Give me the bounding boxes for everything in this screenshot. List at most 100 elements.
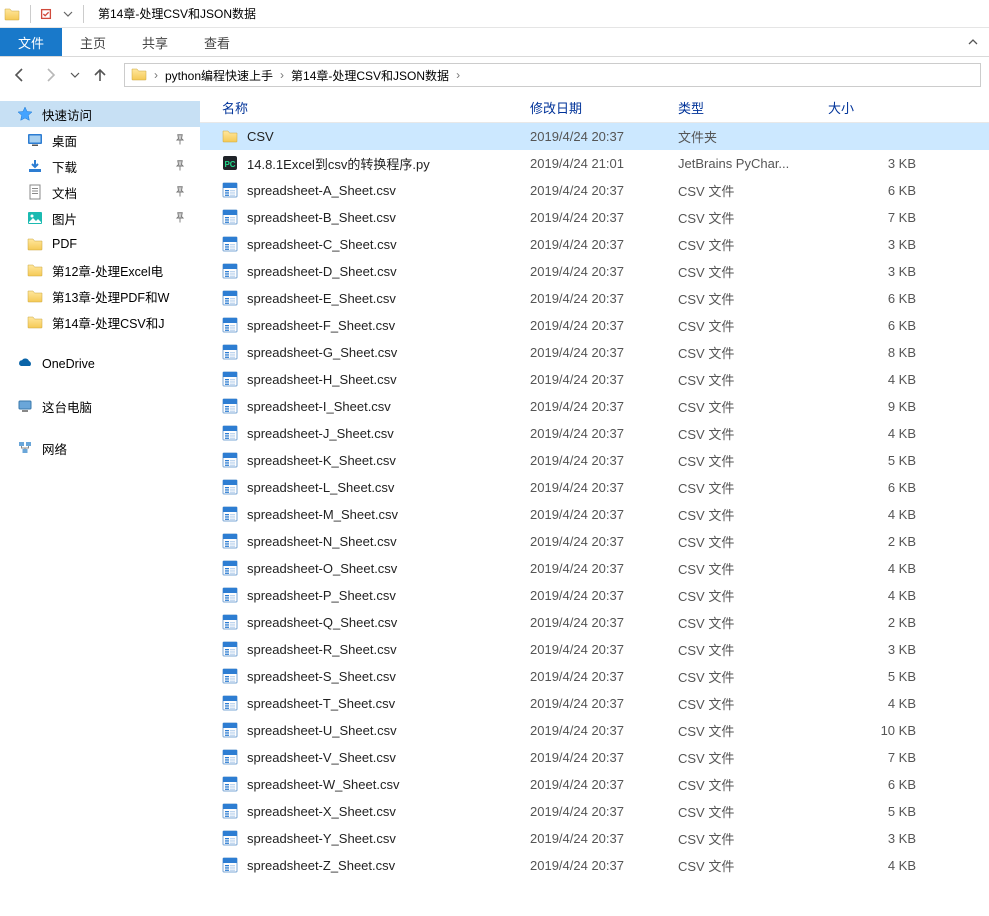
file-row[interactable]: spreadsheet-Y_Sheet.csv2019/4/24 20:37CS… [200, 825, 989, 852]
file-date: 2019/4/24 20:37 [530, 858, 678, 873]
file-size: 2 KB [828, 615, 928, 630]
file-row[interactable]: CSV2019/4/24 20:37文件夹 [200, 123, 989, 150]
column-header-name[interactable]: 名称 [200, 98, 530, 117]
window-title: 第14章-处理CSV和JSON数据 [98, 5, 256, 22]
qat-properties-button[interactable] [35, 3, 57, 25]
file-date: 2019/4/24 20:37 [530, 237, 678, 252]
file-row[interactable]: spreadsheet-M_Sheet.csv2019/4/24 20:37CS… [200, 501, 989, 528]
file-size: 6 KB [828, 318, 928, 333]
file-row[interactable]: spreadsheet-W_Sheet.csv2019/4/24 20:37CS… [200, 771, 989, 798]
nav-recent-item[interactable]: 第12章-处理Excel电 [0, 257, 200, 283]
file-name: spreadsheet-G_Sheet.csv [247, 345, 397, 360]
file-row[interactable]: spreadsheet-I_Sheet.csv2019/4/24 20:37CS… [200, 393, 989, 420]
file-list[interactable]: CSV2019/4/24 20:37文件夹14.8.1Excel到csv的转换程… [200, 123, 989, 916]
file-row[interactable]: spreadsheet-E_Sheet.csv2019/4/24 20:37CS… [200, 285, 989, 312]
file-row[interactable]: spreadsheet-T_Sheet.csv2019/4/24 20:37CS… [200, 690, 989, 717]
ribbon-tab[interactable]: 共享 [124, 28, 186, 56]
star-icon [16, 105, 34, 123]
nav-onedrive[interactable]: OneDrive [0, 351, 200, 377]
file-size: 8 KB [828, 345, 928, 360]
file-type: CSV 文件 [678, 343, 828, 362]
nav-item-label: 文档 [52, 183, 77, 202]
csv-icon [222, 371, 239, 388]
nav-onedrive-label: OneDrive [42, 357, 95, 371]
file-size: 3 KB [828, 831, 928, 846]
column-header-type[interactable]: 类型 [678, 98, 828, 117]
nav-pinned-item[interactable]: 图片 [0, 205, 200, 231]
file-size: 5 KB [828, 669, 928, 684]
file-size: 3 KB [828, 237, 928, 252]
file-row[interactable]: spreadsheet-V_Sheet.csv2019/4/24 20:37CS… [200, 744, 989, 771]
address-bar[interactable]: › python编程快速上手›第14章-处理CSV和JSON数据› [124, 63, 981, 87]
file-row[interactable]: spreadsheet-L_Sheet.csv2019/4/24 20:37CS… [200, 474, 989, 501]
file-name: spreadsheet-R_Sheet.csv [247, 642, 397, 657]
column-header-size[interactable]: 大小 [828, 98, 928, 117]
file-row[interactable]: spreadsheet-J_Sheet.csv2019/4/24 20:37CS… [200, 420, 989, 447]
nav-network[interactable]: 网络 [0, 435, 200, 461]
csv-icon [222, 506, 239, 523]
file-row[interactable]: spreadsheet-G_Sheet.csv2019/4/24 20:37CS… [200, 339, 989, 366]
file-row[interactable]: spreadsheet-S_Sheet.csv2019/4/24 20:37CS… [200, 663, 989, 690]
nav-recent-item[interactable]: 第13章-处理PDF和W [0, 283, 200, 309]
qat-dropdown-button[interactable] [57, 3, 79, 25]
nav-quick-access[interactable]: 快速访问 [0, 101, 200, 127]
file-date: 2019/4/24 20:37 [530, 129, 678, 144]
file-row[interactable]: spreadsheet-H_Sheet.csv2019/4/24 20:37CS… [200, 366, 989, 393]
file-row[interactable]: spreadsheet-A_Sheet.csv2019/4/24 20:37CS… [200, 177, 989, 204]
nav-this-pc[interactable]: 这台电脑 [0, 393, 200, 419]
nav-history-button[interactable] [66, 61, 84, 89]
file-row[interactable]: spreadsheet-P_Sheet.csv2019/4/24 20:37CS… [200, 582, 989, 609]
ribbon-expand-button[interactable] [957, 28, 989, 56]
file-date: 2019/4/24 20:37 [530, 399, 678, 414]
nav-pinned-item[interactable]: 文档 [0, 179, 200, 205]
file-type: CSV 文件 [678, 667, 828, 686]
file-type: CSV 文件 [678, 532, 828, 551]
file-type: CSV 文件 [678, 289, 828, 308]
nav-pinned-item[interactable]: 桌面 [0, 127, 200, 153]
nav-network-label: 网络 [42, 439, 67, 458]
file-row[interactable]: spreadsheet-R_Sheet.csv2019/4/24 20:37CS… [200, 636, 989, 663]
file-row[interactable]: spreadsheet-D_Sheet.csv2019/4/24 20:37CS… [200, 258, 989, 285]
csv-icon [222, 722, 239, 739]
ribbon-tab[interactable]: 主页 [62, 28, 124, 56]
nav-recent-item[interactable]: PDF [0, 231, 200, 257]
file-row[interactable]: spreadsheet-K_Sheet.csv2019/4/24 20:37CS… [200, 447, 989, 474]
file-row[interactable]: spreadsheet-X_Sheet.csv2019/4/24 20:37CS… [200, 798, 989, 825]
file-name: spreadsheet-B_Sheet.csv [247, 210, 396, 225]
file-row[interactable]: spreadsheet-Z_Sheet.csv2019/4/24 20:37CS… [200, 852, 989, 879]
file-name: spreadsheet-C_Sheet.csv [247, 237, 397, 252]
file-date: 2019/4/24 20:37 [530, 372, 678, 387]
csv-icon [222, 209, 239, 226]
file-row[interactable]: spreadsheet-U_Sheet.csv2019/4/24 20:37CS… [200, 717, 989, 744]
file-row[interactable]: spreadsheet-B_Sheet.csv2019/4/24 20:37CS… [200, 204, 989, 231]
csv-icon [222, 263, 239, 280]
downloads-icon [26, 157, 44, 175]
ribbon-tab-file[interactable]: 文件 [0, 28, 62, 56]
nav-pinned-item[interactable]: 下载 [0, 153, 200, 179]
ribbon-tab[interactable]: 查看 [186, 28, 248, 56]
file-row[interactable]: spreadsheet-O_Sheet.csv2019/4/24 20:37CS… [200, 555, 989, 582]
nav-recent-item[interactable]: 第14章-处理CSV和J [0, 309, 200, 335]
nav-forward-button[interactable] [36, 61, 64, 89]
file-row[interactable]: spreadsheet-Q_Sheet.csv2019/4/24 20:37CS… [200, 609, 989, 636]
nav-back-button[interactable] [6, 61, 34, 89]
file-size: 9 KB [828, 399, 928, 414]
file-row[interactable]: spreadsheet-C_Sheet.csv2019/4/24 20:37CS… [200, 231, 989, 258]
csv-icon [222, 452, 239, 469]
csv-icon [222, 479, 239, 496]
file-type: CSV 文件 [678, 451, 828, 470]
file-row[interactable]: spreadsheet-N_Sheet.csv2019/4/24 20:37CS… [200, 528, 989, 555]
nav-up-button[interactable] [86, 61, 114, 89]
file-row[interactable]: spreadsheet-F_Sheet.csv2019/4/24 20:37CS… [200, 312, 989, 339]
column-header-date[interactable]: 修改日期 [530, 98, 678, 117]
breadcrumb-item[interactable]: 第14章-处理CSV和JSON数据 [285, 64, 455, 86]
file-size: 6 KB [828, 291, 928, 306]
chevron-right-icon[interactable]: › [455, 68, 461, 82]
file-size: 3 KB [828, 642, 928, 657]
navigation-pane[interactable]: 快速访问 桌面下载文档图片 PDF第12章-处理Excel电第13章-处理PDF… [0, 93, 200, 916]
file-name: spreadsheet-W_Sheet.csv [247, 777, 399, 792]
file-row[interactable]: 14.8.1Excel到csv的转换程序.py2019/4/24 21:01Je… [200, 150, 989, 177]
nav-item-label: 第13章-处理PDF和W [52, 287, 169, 306]
file-type: CSV 文件 [678, 478, 828, 497]
breadcrumb-item[interactable]: python编程快速上手 [159, 64, 279, 86]
